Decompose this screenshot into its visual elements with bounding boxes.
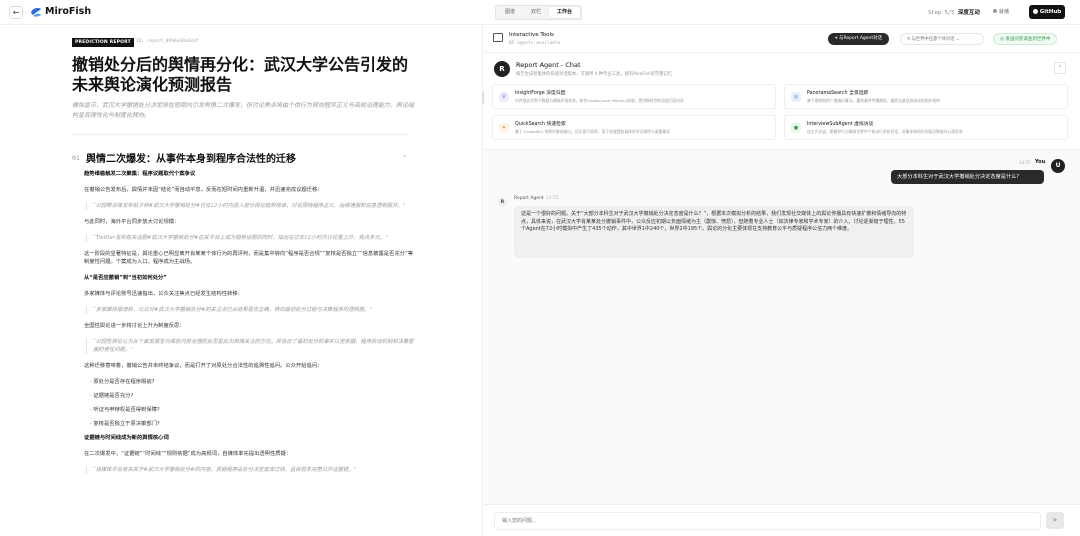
paragraph: 全国性舆论进一步将讨论上升为制度反思： [84,323,185,329]
quote-block: “公园性舆论认为从个案发展至对高校内部治理的反思是此次舆情关注的方向，并指出了最… [86,338,414,354]
collapse-button[interactable]: ⌃ [1054,62,1066,74]
list-item: · 原处分是否存在程序瑕疵? [90,379,155,385]
avatar: R [494,61,510,77]
world-agent-label: 与世界中任意个体对话 [911,37,955,42]
subsection-heading: 从“是否应撤销”到“当初如何处分” [84,275,167,281]
section-number: 01 [72,154,80,162]
step-indicator: Step 5/5 深度互动 [928,8,980,16]
list-item: · 复核是否独立于原决策部门? [90,421,160,427]
list-item: · 听证与申辩权是否得到保障? [90,407,160,413]
tab-graph[interactable]: 图谱 [497,7,523,18]
status-badge: 就绪 [993,8,1009,15]
tools-title: Interactive Tools [509,32,554,38]
tool-card-insightforge[interactable]: ♀ InsightForge 深度归因 对齐现实世界子数据与模拟环境状态，结合G… [492,84,776,109]
agent-name: Report Agent - Chat [516,61,581,69]
bulb-icon: ♀ [499,92,509,102]
send-survey-label: 发送问卷调查到世界中 [1005,37,1051,42]
report-tag: PREDICTION REPORT [72,38,134,47]
chevron-down-icon[interactable]: ⌄ [402,152,407,159]
subsection-heading: 证据链与时间线成为新的舆情核心词 [84,435,169,441]
report-id: ID: report_899de39a43af [136,39,199,44]
github-label: GitHub [1039,9,1062,15]
agent-name: Report Agent [514,196,544,201]
view-mode-tabs: 图谱 双栏 工作台 [495,5,583,20]
chat-input[interactable] [494,512,1041,530]
chevron-down-icon: ⌄ [955,37,960,42]
chevron-up-icon: ⌃ [1057,65,1063,71]
message-time: 14:55 [1019,160,1031,165]
tool-name: InterviewSubAgent 虚拟访谈 [807,122,874,127]
step-number: Step 5/5 [928,10,955,16]
send-icon: ➤ [1052,516,1058,524]
report-title: 撤销处分后的舆情再分化：武汉大学公告引发的未来舆论演化预测报告 [72,55,409,94]
chat-input-bar: ➤ [484,504,1080,536]
list-item: · 证据链是否充分? [90,393,134,399]
back-button[interactable]: ← [9,6,23,19]
user-icon: ● [791,123,801,133]
agent-message: 这是一个很好的问题。关于“大部分本科生对于武汉大学撤销处分决定态度是什么？”，根… [514,206,914,258]
paragraph: 在二次爆发中，“证据链”“时间线”“规则依据”成为高频词，自媒体率先提出透明性质… [84,451,292,457]
section-body: 趋势维稳触发二次聚集：程序议题取代个案争议在撤销公告发布后，舆情并未因“结论”而… [84,170,414,482]
chat-report-agent-label: 与Report Agent对话 [838,36,883,41]
paragraph: 在撤销公告发布后，舆情并未因“结论”而自动平息，反而在短时间内重新升温，并迅速完… [84,187,323,193]
avatar: U [1051,159,1065,173]
paragraph: 多家媒体与评论账号迅速指出，公众关注焦点已经发生结构性转移： [84,291,243,297]
section-title[interactable]: 舆情二次爆发：从事件本身到程序合法性的迁移 [86,150,296,165]
tools-subtitle: 05 agents available [509,41,561,46]
message-time: 14:55 [545,196,559,201]
chat-report-agent-button[interactable]: ⌖ 与Report Agent对话 [828,33,890,45]
chat-bubble-icon [493,33,503,42]
avatar: R [498,198,507,207]
tool-card-interviewsubagent[interactable]: ● InterviewSubAgent 虚拟访谈 自主式访谈，能够并行与模拟世界… [784,115,1068,140]
tool-description: 基于 GraphRAG 的即时查询接口，优化索引效率，用于快速提取具体的节点属性… [515,129,670,134]
quote-block: “公园帮派等发布帖子称#武汉大学撤销处分#已在12小时内进入部分舆论趋势榜单，讨… [86,202,414,210]
chat-messages: 14:55 You U 大部分本科生对于武汉大学撤销处分决定态度是什么？ R R… [484,149,1080,504]
user-name: You [1035,159,1046,165]
tool-description: 基于图结构的广度遍历算法，重构事件传播路径，捕获全量信息流动的拓扑结构 [807,98,940,103]
tool-card-panoramasearch[interactable]: ◎ PanoramaSearch 全景追踪 基于图结构的广度遍历算法，重构事件传… [784,84,1068,109]
subsection-heading: 趋势维稳触发二次聚集：程序议题取代个案争议 [84,171,196,177]
agent-message-header: Report Agent 14:55 [514,196,559,201]
tool-name: InsightForge 深度归因 [515,91,566,96]
step-label: 深度互动 [957,10,980,16]
tools-header: Interactive Tools 05 agents available ⌖ … [484,26,1080,53]
brand-name: MiroFish [45,6,92,17]
report-panel: PREDICTION REPORT ID: report_899de39a43a… [0,26,483,536]
tool-name: QuickSearch 快速检索 [515,122,566,127]
user-message: 大部分本科生对于武汉大学撤销处分决定态度是什么？ [891,170,1044,184]
top-bar: ← MiroFish 图谱 双栏 工作台 Step 5/5 深度互动 就绪 Gi… [0,0,1080,25]
paragraph: 这种迁移意味着，撤销公告并未终结争议，而是打开了对原处分合法性的追溯性追问。公众… [84,363,323,369]
tool-description: 自主式访谈，能够并行与模拟世界中个体进行多轮对话，采集非结构化的观点数据与心理状… [807,129,963,134]
report-subtitle: 模拟显示，武汉大学撤销处分决定将在短期内引发舆情二次爆发，但讨论焦点将由个体行为… [72,102,415,119]
tab-workbench[interactable]: 工作台 [549,7,581,18]
send-survey-button[interactable]: ◎ 发送问卷调查到世界中 [993,33,1058,45]
tool-name: PanoramaSearch 全景追踪 [807,91,869,96]
quote-block: “多家媒体报道称，公众对#武汉大学撤销处分#的关注点已从结果是否正确，转向最初处… [86,306,414,314]
mirofish-logo-icon [31,8,41,17]
interaction-panel: Interactive Tools 05 agents available ⌖ … [484,26,1080,536]
github-icon [1032,8,1038,14]
world-agent-select[interactable]: ⚲ 与世界中任意个体对话 ⌄ [900,33,984,45]
divider [72,134,408,135]
tool-description: 对齐现实世界子数据与模拟环境状态，结合Global/Local Memory机制… [515,98,684,103]
bolt-icon: ✦ [499,123,509,133]
paragraph: 这一阶段的显著特征是，舆论重心已明显离开肖某某个体行为的再评判，而是集中转向“程… [84,251,413,265]
agent-description: 报告生成智能体的快速对话版本，可调用 4 种专业工具，拥有MiroFish的完整… [516,72,673,77]
tool-card-quicksearch[interactable]: ✦ QuickSearch 快速检索 基于 GraphRAG 的即时查询接口，优… [492,115,776,140]
github-button[interactable]: GitHub [1029,5,1065,19]
status-dot-icon [993,9,997,13]
arrow-left-icon: ← [12,8,20,17]
send-button[interactable]: ➤ [1046,512,1064,529]
status-text: 就绪 [999,9,1010,15]
tab-split[interactable]: 双栏 [523,7,549,18]
quote-block: “自媒体平台有关关于#武汉大学撤销处分#的内容，质疑程序由处分决定变成过快，且目… [86,466,414,474]
globe-icon: ◎ [791,92,801,102]
quote-block: “Twitter发布有关话题#武汉大学撤销处分#在其平台上成为趋势话题的同时，指… [86,234,414,242]
paragraph: 与此同时，海外平台同步放大讨论规模： [84,219,180,225]
